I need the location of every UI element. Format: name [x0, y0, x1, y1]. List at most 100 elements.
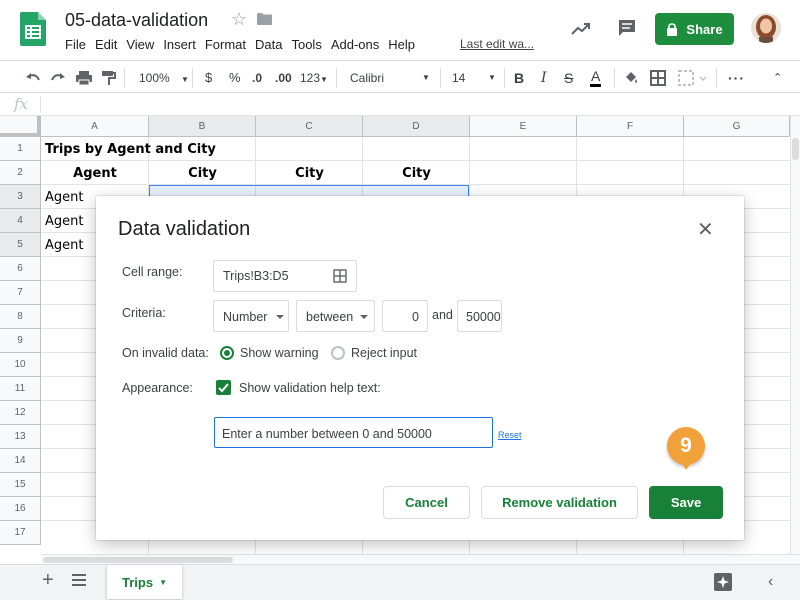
menu-format[interactable]: Format [205, 37, 253, 52]
borders-icon[interactable] [650, 69, 666, 87]
criteria-operator-select[interactable]: between [296, 300, 375, 332]
horizontal-scrollbar[interactable] [41, 554, 800, 564]
horizontal-scroll-thumb[interactable] [43, 557, 233, 563]
criteria-min-input[interactable]: 0 [382, 300, 428, 332]
row-header-10[interactable]: 10 [0, 353, 41, 377]
row-header-7[interactable]: 7 [0, 281, 41, 305]
document-title[interactable]: 05-data-validation [65, 10, 208, 31]
print-icon[interactable] [75, 69, 93, 87]
undo-icon[interactable] [24, 69, 42, 87]
share-button[interactable]: Share [655, 13, 734, 45]
cell-a1[interactable]: Trips by Agent and City [45, 138, 216, 162]
fill-color-icon[interactable] [623, 69, 639, 87]
show-warning-radio[interactable] [220, 346, 234, 360]
cell-d2[interactable]: City [363, 162, 470, 186]
row-header-12[interactable]: 12 [0, 401, 41, 425]
column-header-b[interactable]: B [149, 116, 256, 137]
folder-icon[interactable] [257, 13, 272, 25]
column-header-c[interactable]: C [256, 116, 363, 137]
vertical-scrollbar[interactable] [790, 116, 800, 554]
chevron-left-icon[interactable]: ‹ [768, 573, 773, 591]
cell-a2[interactable]: Agent [41, 162, 149, 186]
row-header-4[interactable]: 4 [0, 209, 41, 233]
paint-format-icon[interactable] [100, 69, 118, 87]
column-header-f[interactable]: F [577, 116, 684, 137]
menu-help[interactable]: Help [388, 37, 422, 52]
activity-trend-icon[interactable] [570, 18, 592, 40]
strikethrough-button[interactable]: S [564, 69, 573, 87]
row-header-6[interactable]: 6 [0, 257, 41, 281]
increase-decimals-button[interactable]: .00 [275, 69, 292, 87]
formula-input[interactable] [48, 96, 788, 113]
vertical-scroll-thumb[interactable] [792, 138, 799, 160]
menu-data[interactable]: Data [255, 37, 289, 52]
bold-button[interactable]: B [514, 69, 524, 87]
row-header-9[interactable]: 9 [0, 329, 41, 353]
column-header-g[interactable]: G [684, 116, 790, 137]
last-edit-link[interactable]: Last edit wa... [460, 37, 534, 51]
more-formats-select[interactable]: 123▼ [300, 69, 328, 87]
cell-a5[interactable]: Agent [45, 234, 83, 258]
criteria-type-select[interactable]: Number [213, 300, 289, 332]
avatar[interactable] [751, 13, 781, 43]
show-help-text-checkbox[interactable] [216, 380, 231, 395]
italic-button[interactable]: I [541, 69, 547, 87]
add-sheet-icon[interactable]: + [42, 569, 54, 592]
tab-trips[interactable]: Trips ▼ [107, 565, 182, 599]
row-header-1[interactable]: 1 [0, 137, 41, 161]
row-header-14[interactable]: 14 [0, 449, 41, 473]
format-percent-button[interactable]: % [229, 69, 241, 87]
menu-edit[interactable]: Edit [95, 37, 124, 52]
more-options-icon[interactable]: ··· [728, 69, 745, 87]
show-warning-label[interactable]: Show warning [240, 346, 319, 360]
row-header-15[interactable]: 15 [0, 473, 41, 497]
cell-a3[interactable]: Agent [45, 186, 83, 210]
font-family-select[interactable]: Calibri ▼ [350, 69, 430, 87]
column-header-a[interactable]: A [41, 116, 149, 137]
criteria-max-input[interactable]: 50000 [457, 300, 502, 332]
row-header-5[interactable]: 5 [0, 233, 41, 257]
column-header-d[interactable]: D [363, 116, 470, 137]
menu-file[interactable]: File [65, 37, 93, 52]
row-header-8[interactable]: 8 [0, 305, 41, 329]
menu-insert[interactable]: Insert [163, 37, 203, 52]
reject-input-radio[interactable] [331, 346, 345, 360]
all-sheets-icon[interactable] [72, 574, 86, 586]
menu-addons[interactable]: Add-ons [331, 37, 386, 52]
star-icon[interactable]: ☆ [231, 9, 247, 30]
reject-input-label[interactable]: Reject input [351, 346, 417, 360]
cancel-button[interactable]: Cancel [383, 486, 470, 519]
row-header-11[interactable]: 11 [0, 377, 41, 401]
cell-range-input[interactable]: Trips!B3:D5 [213, 260, 357, 292]
close-icon[interactable]: ✕ [697, 220, 714, 240]
row-header-17[interactable]: 17 [0, 521, 41, 545]
text-color-button[interactable]: A [590, 69, 602, 87]
format-currency-button[interactable]: $ [205, 69, 212, 87]
select-all-corner[interactable] [0, 116, 41, 137]
cell-c2[interactable]: City [256, 162, 363, 186]
redo-icon[interactable] [49, 69, 67, 87]
row-header-3[interactable]: 3 [0, 185, 41, 209]
help-text-input[interactable]: Enter a number between 0 and 50000 [214, 417, 493, 448]
save-button[interactable]: Save [649, 486, 723, 519]
column-header-e[interactable]: E [470, 116, 577, 137]
merge-cells-icon[interactable] [678, 69, 708, 87]
cell-a4[interactable]: Agent [45, 210, 83, 234]
menu-tools[interactable]: Tools [291, 37, 328, 52]
sheets-logo-icon[interactable] [20, 12, 46, 46]
menu-view[interactable]: View [126, 37, 161, 52]
row-header-16[interactable]: 16 [0, 497, 41, 521]
collapse-toolbar-icon[interactable]: ⌃ [773, 69, 782, 87]
decrease-decimals-button[interactable]: .0 [252, 69, 262, 87]
reset-link[interactable]: Reset [498, 430, 522, 440]
show-help-text-label[interactable]: Show validation help text: [239, 381, 381, 395]
remove-validation-button[interactable]: Remove validation [481, 486, 638, 519]
row-header-13[interactable]: 13 [0, 425, 41, 449]
select-range-icon[interactable] [333, 269, 347, 283]
font-size-select[interactable]: 14 ▼ [452, 69, 497, 87]
comment-icon[interactable] [617, 18, 637, 38]
explore-icon[interactable] [713, 572, 733, 592]
cell-b2[interactable]: City [149, 162, 256, 186]
zoom-select[interactable]: 100% ▼ [139, 69, 189, 87]
row-header-2[interactable]: 2 [0, 161, 41, 185]
